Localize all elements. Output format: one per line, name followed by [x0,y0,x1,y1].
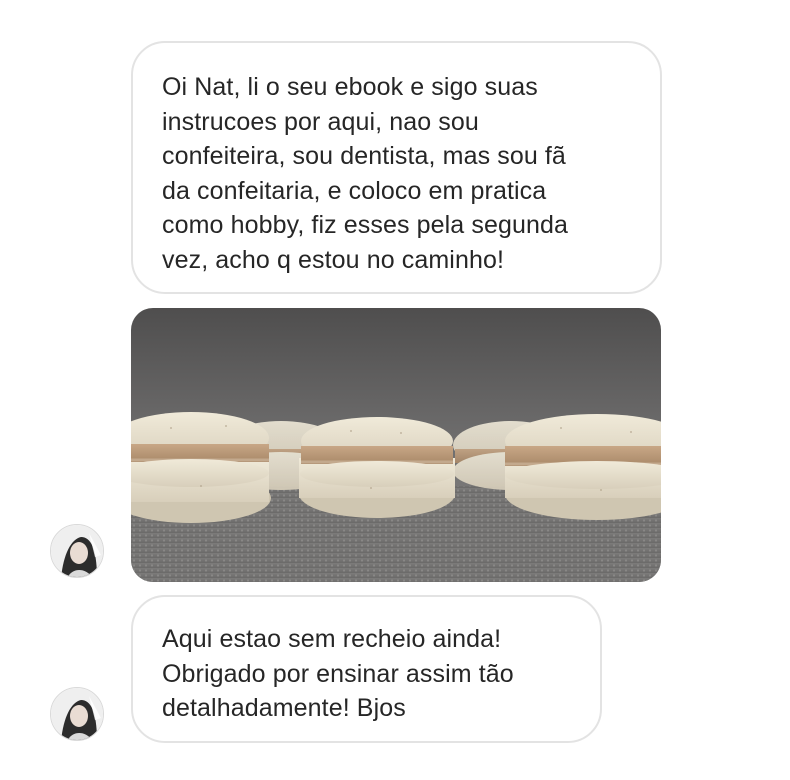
message-line: Obrigado por ensinar assim tão [162,659,514,688]
sender-avatar[interactable] [50,524,104,578]
message-line: detalhadamente! Bjos [162,694,406,722]
message-line: vez, acho q estou no caminho! [162,245,504,274]
sender-avatar[interactable] [50,687,104,741]
message-bubble-1[interactable]: Oi Nat, li o seu ebook e sigo suas instr… [131,41,662,294]
message-line: confeiteira, sou dentista, mas sou fã [162,142,566,170]
macaron-center [299,417,455,518]
message-bubble-2[interactable]: Aqui estao sem recheio ainda! Obrigado p… [131,595,602,743]
macaron-left [131,412,271,523]
message-line: Aqui estao sem recheio ainda! [162,625,502,653]
message-line: Oi Nat, li o seu ebook e sigo suas [162,73,538,101]
avatar-photo-icon [51,688,103,740]
avatar-photo-icon [51,525,103,577]
message-line: da confeitaria, e coloco em pratica [162,176,547,205]
macaron-right [505,414,661,520]
message-line: instrucoes por aqui, nao sou [162,107,479,136]
macarons-photo [131,308,661,582]
message-photo-macarons[interactable] [131,308,661,582]
message-line: como hobby, fiz esses pela segunda [162,211,568,239]
